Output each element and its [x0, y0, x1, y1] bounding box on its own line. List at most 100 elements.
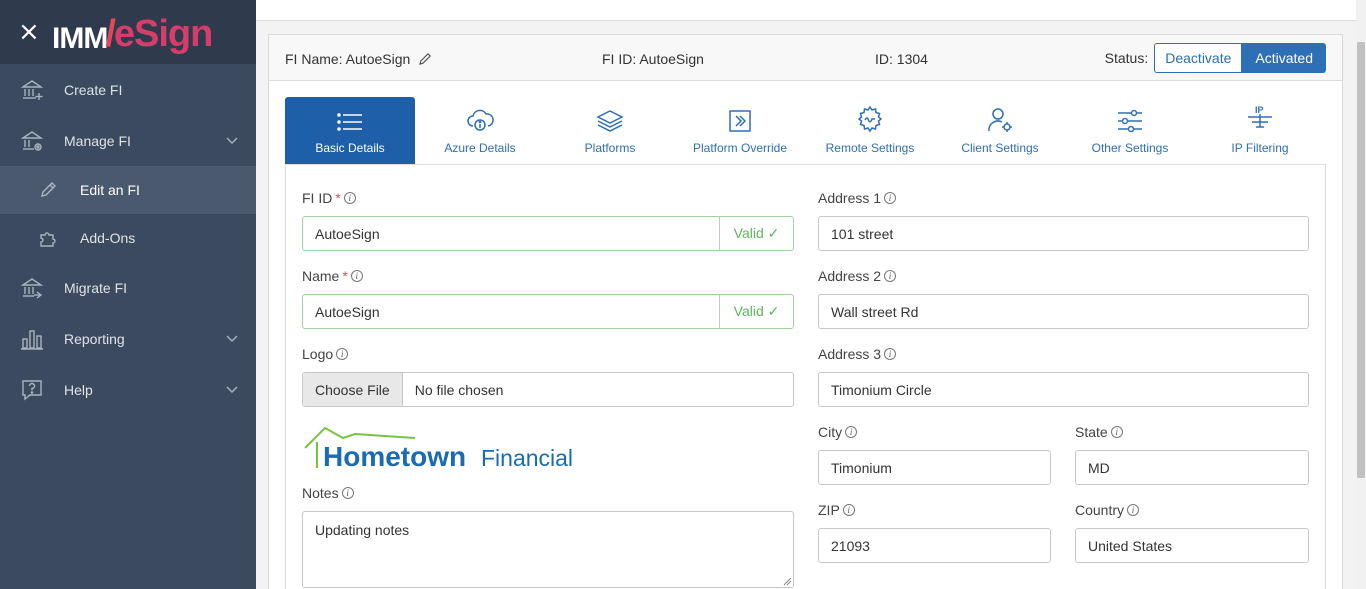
tab-label: Remote Settings	[825, 141, 915, 155]
address3-label: Address 3i	[818, 346, 897, 362]
sidebar-item-label: Manage FI	[64, 132, 131, 149]
tab-remote-settings[interactable]: Remote Settings	[805, 97, 935, 164]
zip-label: ZIP i	[818, 502, 855, 518]
help-bubble-icon	[20, 378, 44, 402]
name-value: AutoeSign	[315, 303, 380, 320]
svg-text:IP: IP	[1255, 105, 1264, 115]
notes-textarea[interactable]: Updating notes	[302, 511, 794, 588]
info-icon[interactable]: i	[884, 270, 897, 282]
activated-button[interactable]: Activated	[1242, 43, 1326, 73]
info-icon[interactable]: i	[343, 192, 356, 204]
sidebar-item-create-fi[interactable]: Create FI	[0, 64, 256, 115]
app-logo: IMM / eSign	[52, 8, 213, 56]
state-label: State i	[1075, 424, 1123, 440]
fi-id-field[interactable]: AutoeSign Valid ✓	[302, 216, 794, 251]
address1-field[interactable]: 101 street	[818, 216, 1309, 251]
state-field[interactable]: MD	[1075, 450, 1309, 485]
resize-handle-icon[interactable]	[783, 577, 792, 586]
list-icon	[337, 113, 362, 131]
fi-name-summary: FI Name: AutoeSign	[285, 51, 432, 67]
address3-field[interactable]: Timonium Circle	[818, 372, 1309, 407]
logo-imm: IMM	[52, 22, 108, 55]
name-field[interactable]: AutoeSign Valid ✓	[302, 294, 794, 329]
info-icon[interactable]: i	[1110, 426, 1123, 438]
user-gear-icon	[988, 108, 1012, 132]
name-label: Name * i	[302, 268, 363, 284]
sidebar-item-label: Migrate FI	[64, 279, 128, 296]
logo-label: Logo i	[302, 346, 349, 362]
sliders-icon	[1118, 109, 1142, 133]
chevron-down-icon	[226, 137, 238, 144]
sidebar-item-label: Help	[64, 381, 93, 398]
gear-signature-icon	[857, 105, 883, 133]
sidebar-nav: Create FI Manage FI Edit an FI Add-Ons M…	[0, 64, 256, 415]
brand-word-financial: Financial	[481, 445, 573, 471]
info-icon[interactable]: i	[845, 426, 858, 438]
top-bar	[256, 0, 1356, 21]
info-icon[interactable]: i	[842, 504, 855, 516]
sidebar-item-manage-fi[interactable]: Manage FI	[0, 115, 256, 166]
address2-field[interactable]: Wall street Rd	[818, 294, 1309, 329]
tab-azure-details[interactable]: Azure Details	[415, 97, 545, 164]
tab-basic-details[interactable]: Basic Details	[285, 97, 415, 164]
info-icon[interactable]: i	[350, 270, 363, 282]
deactivate-button[interactable]: Deactivate	[1154, 43, 1243, 73]
sidebar-item-migrate-fi[interactable]: Migrate FI	[0, 262, 256, 313]
sidebar: × IMM / eSign Create FI Manage FI Edit a…	[0, 0, 256, 589]
info-icon[interactable]: i	[884, 192, 897, 204]
tab-label: Basic Details	[315, 141, 385, 155]
bar-chart-icon	[20, 327, 44, 351]
info-icon[interactable]: i	[884, 348, 897, 360]
zip-field[interactable]: 21093	[818, 528, 1051, 563]
country-label: Country i	[1075, 502, 1140, 518]
tab-platform-override[interactable]: Platform Override	[675, 97, 805, 164]
sidebar-item-label: Add-Ons	[80, 230, 136, 246]
logo-file-input[interactable]: Choose File No file chosen	[302, 372, 794, 407]
tab-other-settings[interactable]: Other Settings	[1065, 97, 1195, 164]
country-field[interactable]: United States	[1075, 528, 1309, 563]
cloud-info-icon	[467, 109, 494, 131]
sidebar-item-label: Reporting	[64, 330, 125, 347]
fi-name-text: FI Name: AutoeSign	[285, 51, 411, 67]
settings-tabs: Basic Details Azure Details Platforms Pl…	[285, 97, 1325, 165]
city-label: City i	[818, 424, 858, 440]
sidebar-item-label: Create FI	[64, 81, 123, 98]
brand-word-hometown: Hometown	[323, 441, 466, 472]
close-icon[interactable]: ×	[18, 19, 40, 45]
arrow-box-icon	[729, 110, 751, 132]
sidebar-item-edit-fi[interactable]: Edit an FI	[0, 166, 256, 214]
info-icon[interactable]: i	[336, 348, 349, 360]
status-label: Status:	[1104, 50, 1149, 66]
address1-label: Address 1i	[818, 190, 897, 206]
sidebar-item-label: Edit an FI	[80, 182, 140, 198]
layers-icon	[596, 110, 624, 132]
fi-id-value: AutoeSign	[315, 225, 380, 242]
pencil-icon	[38, 180, 58, 200]
chevron-down-icon	[226, 386, 238, 393]
tab-label: IP Filtering	[1231, 141, 1289, 155]
sidebar-item-reporting[interactable]: Reporting	[0, 313, 256, 364]
fi-id-label: FI ID * i	[302, 190, 356, 206]
info-icon[interactable]: i	[341, 487, 354, 499]
tab-ip-filtering[interactable]: IP IP Filtering	[1195, 97, 1325, 164]
info-icon[interactable]: i	[1127, 504, 1140, 516]
chevron-down-icon	[226, 335, 238, 342]
notes-label: Notes i	[302, 485, 354, 501]
tab-platforms[interactable]: Platforms	[545, 97, 675, 164]
status-toggle-group: Status: Deactivate Activated	[1105, 43, 1326, 73]
notes-value: Updating notes	[315, 522, 410, 538]
sidebar-item-add-ons[interactable]: Add-Ons	[0, 214, 256, 262]
scrollbar-thumb[interactable]	[1357, 42, 1365, 478]
page-scrollbar[interactable]	[1356, 0, 1366, 589]
edit-pencil-icon[interactable]	[418, 52, 432, 66]
tab-client-settings[interactable]: Client Settings	[935, 97, 1065, 164]
address2-label: Address 2i	[818, 268, 897, 284]
id-summary: ID: 1304	[875, 51, 928, 67]
tab-label: Client Settings	[961, 141, 1039, 155]
city-field[interactable]: Timonium	[818, 450, 1051, 485]
name-valid-badge: Valid ✓	[719, 295, 793, 328]
choose-file-button[interactable]: Choose File	[303, 373, 403, 406]
bank-gear-icon	[20, 129, 44, 153]
sidebar-item-help[interactable]: Help	[0, 364, 256, 415]
logo-esign: eSign	[113, 13, 213, 55]
